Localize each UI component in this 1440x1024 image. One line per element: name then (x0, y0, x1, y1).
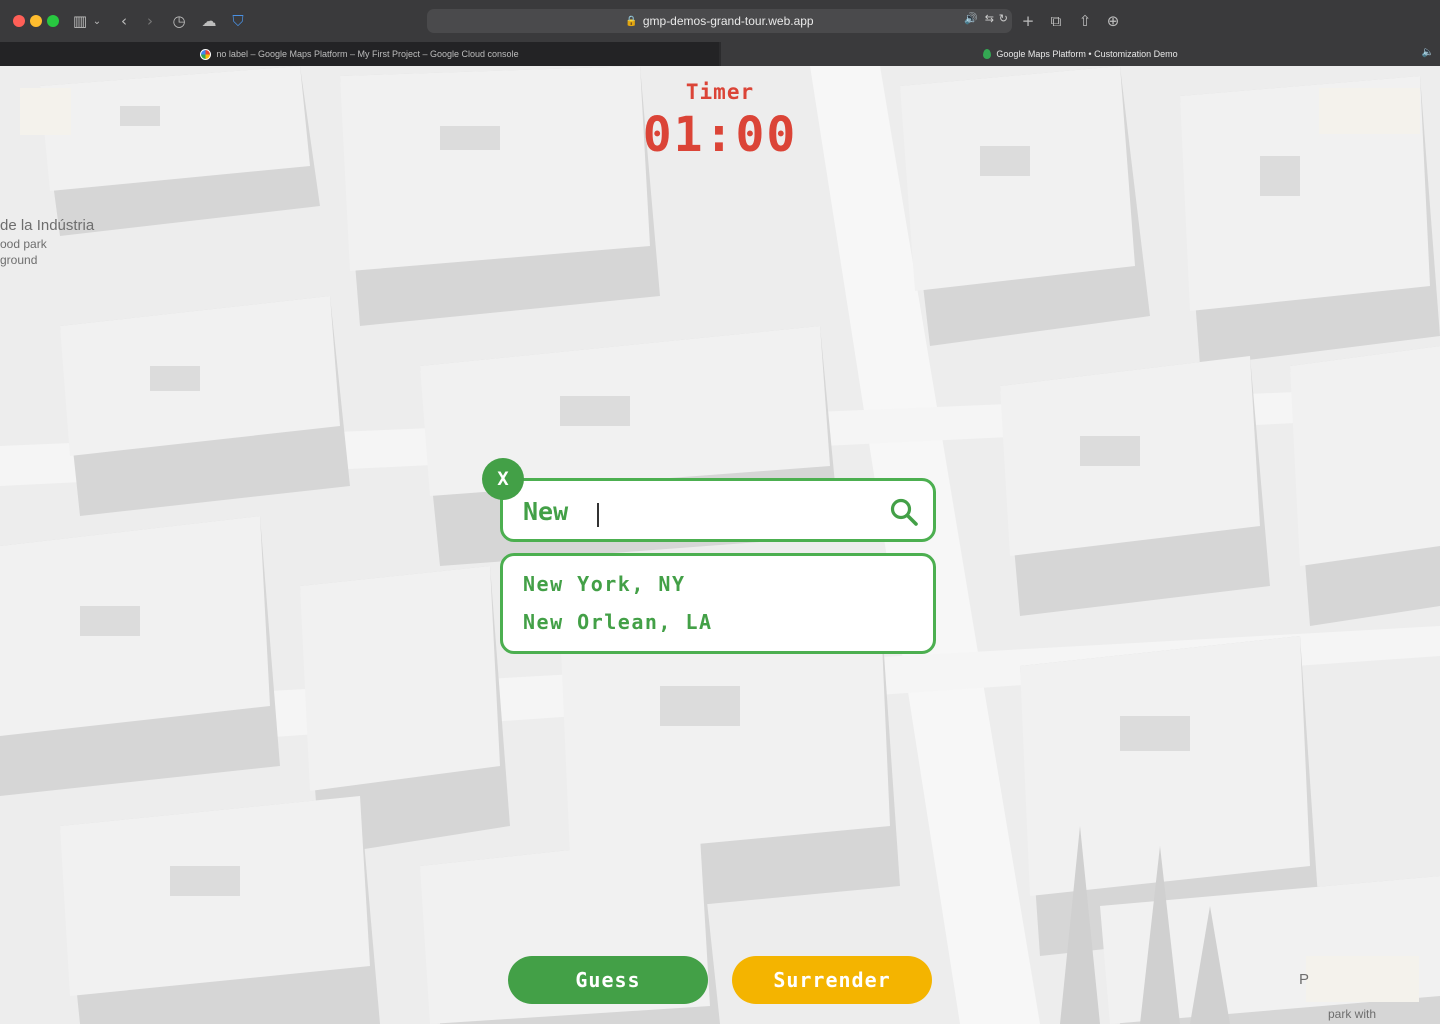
close-button[interactable]: X (482, 458, 524, 500)
map-place-label: de la Indústria (0, 217, 95, 234)
text-cursor (597, 503, 599, 527)
minimize-window-button[interactable] (30, 15, 42, 27)
timer-label: Timer (685, 80, 755, 104)
close-window-button[interactable] (13, 15, 25, 27)
search-input[interactable]: New (500, 478, 936, 542)
map-place-label: ground (0, 253, 38, 267)
tab-cloud-console[interactable]: no label – Google Maps Platform – My Fir… (0, 42, 719, 66)
browser-toolbar: ▥ ⌄ ‹ › ◷ ☁ ⛉ 🔒 gmp-demos-grand-tour.web… (0, 0, 1440, 42)
history-icon[interactable]: ◷ (169, 11, 189, 31)
forward-icon[interactable]: › (140, 11, 160, 31)
maximize-window-button[interactable] (47, 15, 59, 27)
map-place-label: ood park (0, 237, 47, 251)
map-control-bottom-right[interactable] (1306, 956, 1419, 1002)
back-icon[interactable]: ‹ (114, 11, 134, 31)
tab-label: Google Maps Platform • Customization Dem… (996, 49, 1178, 59)
tab-label: no label – Google Maps Platform – My Fir… (216, 49, 519, 59)
new-tab-icon[interactable]: + (1018, 11, 1038, 31)
map-place-label: park with (1328, 1007, 1377, 1021)
url-text: gmp-demos-grand-tour.web.app (642, 14, 814, 28)
share-icon[interactable]: ⇧ (1075, 11, 1095, 31)
guess-button[interactable]: Guess (508, 956, 708, 1004)
suggestions-list: New York, NY New Orlean, LA (500, 553, 936, 654)
google-icon (200, 48, 212, 60)
sidebar-icon[interactable]: ▥ (70, 11, 90, 31)
audio-icon[interactable]: 🔊 (964, 12, 978, 25)
timer-value: 01:00 (642, 107, 798, 163)
translate-icon[interactable]: ⇆ (985, 12, 994, 25)
map-control-top-right[interactable] (1319, 88, 1420, 134)
map-control-top-left[interactable] (20, 88, 71, 135)
reload-icon[interactable]: ↻ (999, 12, 1008, 25)
tab-customization-demo[interactable]: Google Maps Platform • Customization Dem… (721, 42, 1440, 66)
shield-icon[interactable]: ⛉ (228, 11, 248, 31)
suggestion-item[interactable]: New York, NY (523, 572, 686, 596)
suggestion-item[interactable]: New Orlean, LA (523, 610, 713, 634)
chevron-down-icon[interactable]: ⌄ (90, 11, 104, 31)
address-bar[interactable]: 🔒 gmp-demos-grand-tour.web.app 🔊 ⇆ ↻ (427, 9, 1012, 33)
surrender-button[interactable]: Surrender (732, 956, 932, 1004)
map-view[interactable]: de la Indústria ood park ground P park w… (0, 66, 1440, 1024)
speaker-icon[interactable]: 🔈 (1422, 47, 1434, 58)
close-icon: X (497, 468, 509, 490)
download-icon[interactable]: ⊕ (1103, 11, 1123, 31)
cloud-icon[interactable]: ☁ (199, 11, 219, 31)
tab-overview-icon[interactable]: ⧉ (1046, 11, 1066, 31)
tab-bar: no label – Google Maps Platform – My Fir… (0, 42, 1440, 67)
search-icon[interactable] (889, 497, 919, 527)
map-place-label: P (1299, 971, 1310, 988)
lock-icon: 🔒 (625, 15, 638, 27)
maps-pin-icon (983, 49, 992, 59)
map-buildings (0, 66, 1440, 1024)
search-input-value[interactable]: New (523, 497, 568, 526)
